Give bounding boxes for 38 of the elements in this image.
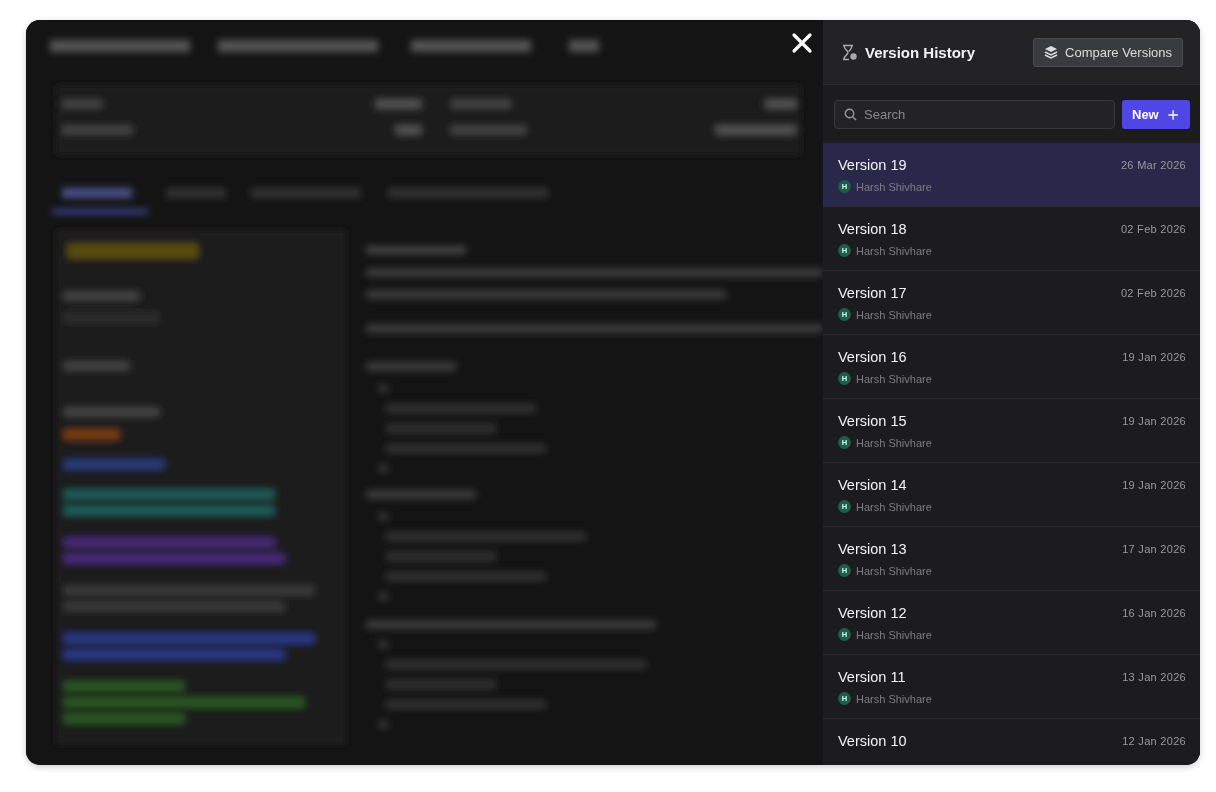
version-name: Version 16 — [838, 349, 907, 365]
author-name: Harsh Shivhare — [856, 564, 932, 577]
author-name: Harsh Shivhare — [856, 244, 932, 257]
plus-icon — [1167, 108, 1178, 121]
search-field[interactable]: Search — [834, 100, 1115, 129]
author-name: Harsh Shivhare — [856, 436, 932, 449]
version-date: 02 Feb 2026 — [1120, 223, 1186, 235]
version-date: 26 Mar 2026 — [1120, 159, 1186, 171]
version-name: Version 12 — [838, 605, 907, 621]
version-date: 19 Jan 2026 — [1122, 479, 1186, 491]
close-icon[interactable] — [791, 32, 813, 54]
version-date: 12 Jan 2026 — [1122, 735, 1186, 747]
version-name: Version 14 — [838, 477, 907, 493]
version-name: Version 18 — [838, 221, 907, 237]
version-date: 16 Jan 2026 — [1122, 607, 1186, 619]
author-name: Harsh Shivhare — [856, 372, 932, 385]
version-name: Version 13 — [838, 541, 907, 557]
version-date: 13 Jan 2026 — [1122, 671, 1186, 683]
new-button[interactable]: New — [1122, 100, 1190, 129]
compare-versions-button[interactable]: Compare Versions — [1033, 37, 1183, 67]
version-date: 19 Jan 2026 — [1122, 351, 1186, 363]
version-date: 02 Feb 2026 — [1120, 287, 1186, 299]
author-name: Harsh Shivhare — [856, 628, 932, 641]
search-icon — [844, 108, 857, 121]
author-name: Harsh Shivhare — [856, 692, 932, 705]
version-name: Version 15 — [838, 413, 907, 429]
hourglass-icon — [841, 43, 858, 61]
version-date: 19 Jan 2026 — [1122, 415, 1186, 427]
author-name: Harsh Shivhare — [856, 180, 932, 193]
version-name: Version 10 — [838, 733, 907, 749]
layers-icon — [1044, 45, 1059, 59]
author-name: Harsh Shivhare — [856, 500, 932, 513]
version-name: Version 17 — [838, 285, 907, 301]
author-name: Harsh Shivhare — [856, 308, 932, 321]
drawer-title: Version History — [865, 43, 976, 61]
version-name: Version 19 — [838, 157, 907, 173]
version-name: Version 11 — [838, 669, 906, 685]
version-date: 17 Jan 2026 — [1122, 543, 1186, 555]
